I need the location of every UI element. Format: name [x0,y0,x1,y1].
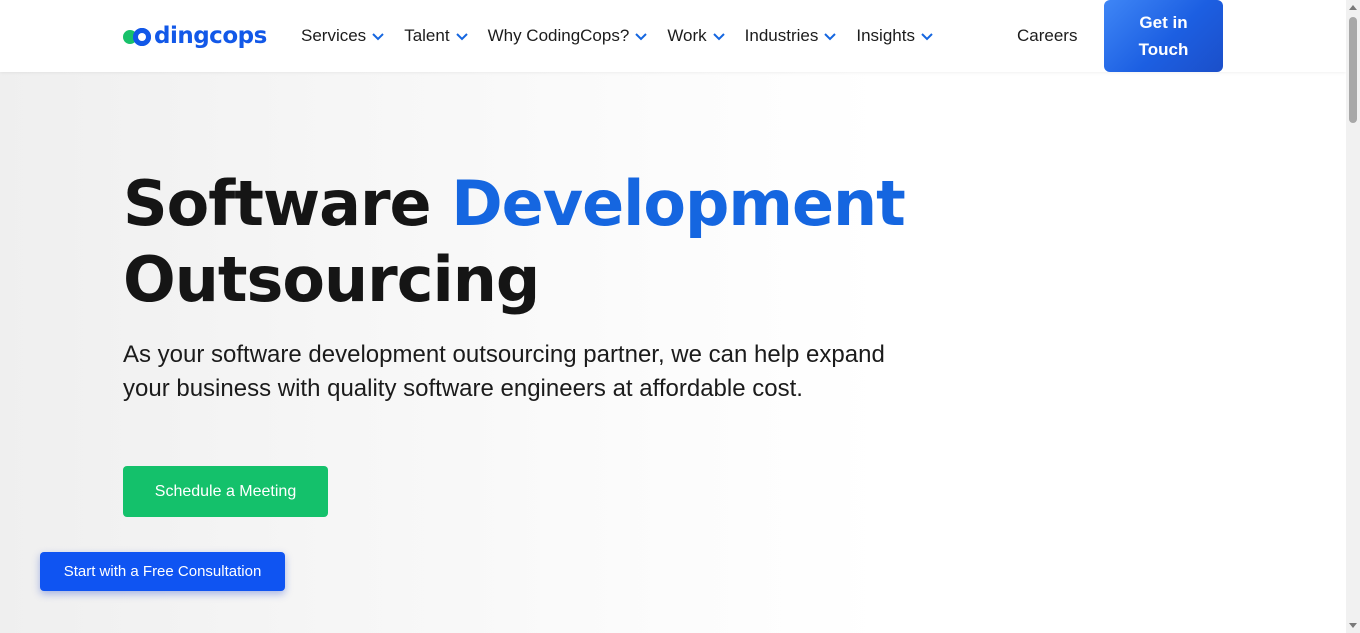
nav-item-label: Why CodingCops? [487,26,630,45]
nav-item-label: Industries [744,26,819,45]
chevron-down-icon [635,33,648,41]
scroll-up-arrow-icon[interactable] [1346,0,1360,14]
nav-item-label: Work [667,26,707,45]
careers-link[interactable]: Careers [1017,26,1077,46]
site-header: dingcops Services Talent Why CodingCops?… [0,0,1346,72]
nav-item-label: Talent [404,26,450,45]
schedule-meeting-button[interactable]: Schedule a Meeting [123,466,328,517]
nav-item-label: Services [301,26,367,45]
scrollbar-thumb[interactable] [1349,17,1357,123]
main-nav: Services Talent Why CodingCops? Work Ind… [301,26,953,46]
logo-mark-icon [123,26,153,46]
free-consultation-button[interactable]: Start with a Free Consultation [40,552,285,591]
nav-item-industries[interactable]: Industries [745,26,838,46]
hero-title-part2: Outsourcing [123,243,540,316]
chevron-down-icon [372,33,384,41]
page: dingcops Services Talent Why CodingCops?… [0,0,1360,633]
hero-title: Software Development Outsourcing [123,166,943,318]
nav-item-work[interactable]: Work [667,26,725,46]
chevron-down-icon [712,33,725,41]
hero-subtitle: As your software development outsourcing… [123,341,885,402]
nav-item-talent[interactable]: Talent [404,26,468,46]
nav-item-insights[interactable]: Insights [856,26,934,46]
get-in-touch-line2: Touch [1138,40,1189,59]
get-in-touch-line1: Get in [1139,13,1188,32]
chevron-down-icon [824,33,837,41]
codingcops-logo[interactable]: dingcops [123,20,267,52]
logo-text: dingcops [154,23,267,49]
chevron-down-icon [455,33,468,41]
page-scrollbar[interactable] [1346,0,1360,633]
chevron-down-icon [921,33,933,41]
hero-title-part1: Software [123,167,452,240]
hero-title-accent: Development [451,167,906,240]
nav-item-label: Insights [856,26,915,45]
nav-item-why-codingcops[interactable]: Why CodingCops? [488,26,649,46]
get-in-touch-button[interactable]: Get in Touch [1104,0,1223,72]
nav-item-services[interactable]: Services [301,26,385,46]
scroll-down-arrow-icon[interactable] [1346,619,1360,633]
